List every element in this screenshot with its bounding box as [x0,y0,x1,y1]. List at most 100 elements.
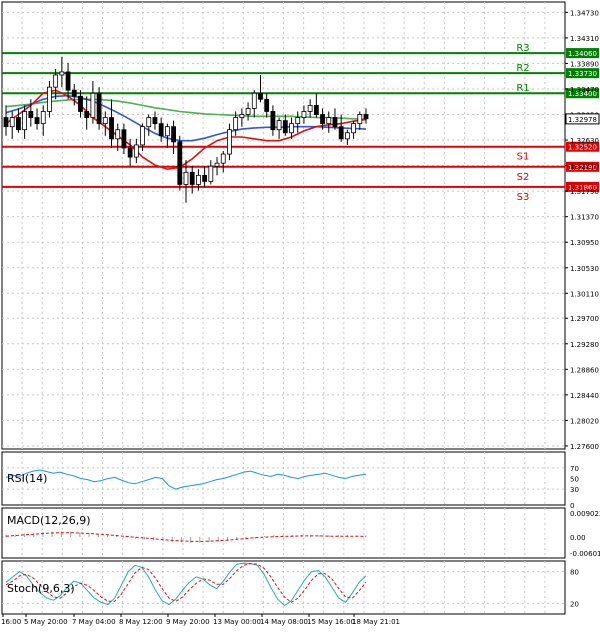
x-tick-label: 16:00 [1,618,21,626]
level-price-label: 1.33730 [568,70,597,78]
candle-bull [351,123,356,134]
y-tick-label: 1.28440 [570,392,599,400]
rsi-tick-label: 30 [570,486,579,494]
candle-bull [53,74,59,88]
candle-bull [276,120,282,131]
y-tick-label: 1.31790 [570,188,599,196]
candle-bull [245,108,251,115]
chart-svg: R3 1.34060R2 1.33730R1 1.33400S11.32520S21.… [1,1,600,626]
candle-bear [338,126,344,140]
candle-bear [282,120,288,134]
candle-bull [40,111,46,125]
candle-bear [258,92,263,100]
level-name-r1: R1 [516,83,529,94]
candle-bull [208,165,214,182]
candle-bull [133,144,139,158]
candle-bear [177,141,183,185]
candle-bear [313,104,319,115]
y-tick-label: 1.31370 [570,214,599,222]
y-tick-label: 1.29700 [570,315,599,323]
candle-bear [363,114,369,120]
x-tick-label: 7 May 04:00 [72,618,116,626]
candle-bull [47,86,52,112]
candle-bull [115,129,121,140]
candle-bear [202,174,208,182]
candle-bull [140,126,145,146]
y-tick-label: 1.28860 [570,366,599,374]
x-tick-label: 14 May 08:00 [260,618,308,626]
candle-bear [320,114,325,125]
candle-bear [171,126,176,143]
candle-bear [71,89,77,97]
current-price-label: 1.32978 [568,116,597,124]
candle-bear [34,117,40,125]
candle-bull [233,117,239,131]
level-name-r3: R3 [516,43,529,54]
y-tick-label: 1.34730 [570,9,599,17]
level-name-s1: S1 [517,152,530,163]
x-tick-label: 18 May 21:01 [352,618,400,626]
stoch-tick-label: 80 [570,569,579,577]
candle-bull [22,111,28,131]
candle-bear [270,111,276,131]
y-tick-label: 1.33470 [570,86,599,94]
candle-bear [84,111,90,118]
y-tick-label: 1.28020 [570,417,599,425]
chart-window: R3 1.34060 R2 1.33730 R1 1.33400 S1 1.32520 S2 1.… [0,0,600,631]
candle-bull [183,171,189,185]
candle-bear [28,111,34,118]
candle-bull [251,92,257,109]
main-plot-frame [1,1,566,450]
candle-bear [332,117,338,128]
candle-bear [121,129,127,149]
y-tick-label: 1.34310 [570,35,599,43]
candle-bull [295,117,301,125]
candle-bull [301,111,307,118]
candle-bull [307,104,313,112]
x-tick-label: 5 May 20:00 [24,618,68,626]
candle-bull [59,71,65,76]
candle-bear [3,117,9,128]
candle-bull [164,126,170,137]
macd-tick-label: 0.009022 [570,510,600,518]
stoch-tick-label: 20 [570,600,579,608]
rsi-label: RSI(14) [7,472,47,485]
rsi-tick-label: 50 [570,476,579,484]
candle-bear [264,98,270,112]
candle-bear [109,117,114,140]
candle-bear [78,95,83,112]
rsi-tick-label: 0 [570,502,574,510]
rsi-tick-label: 70 [570,465,579,473]
candle-bull [90,92,96,118]
candle-bull [239,114,245,118]
level-name-r2: R2 [516,63,529,74]
candle-bull [196,174,201,185]
candle-bull [220,153,226,164]
candle-bear [96,92,102,125]
y-tick-label: 1.32210 [570,163,599,171]
candle-bull [227,129,232,155]
x-tick-label: 8 May 12:00 [119,618,163,626]
candle-bull [102,117,108,125]
candle-bull [289,123,294,134]
y-tick-label: 1.29280 [570,341,599,349]
y-tick-label: 1.30950 [570,239,599,247]
candle-bear [127,147,133,158]
y-tick-label: 1.32630 [570,137,599,145]
y-tick-label: 1.30110 [570,290,599,298]
y-tick-label: 1.33890 [570,60,599,68]
x-tick-label: 13 May 00:00 [213,618,261,626]
candle-bull [214,162,220,167]
macd-tick-label: 0.00 [570,534,586,542]
level-name-s3: S3 [517,192,530,203]
candle-bull [357,114,363,125]
y-tick-label: 1.30530 [570,265,599,273]
y-tick-label: 1.27600 [570,443,599,451]
macd-tick-label: -0.006013 [570,550,600,558]
level-name-s2: S2 [517,172,530,183]
stoch-label: Stoch(9,6,3) [7,582,75,595]
candle-bull [344,132,350,140]
candle-bull [326,117,332,125]
candle-bear [189,171,195,185]
level-price-label: 1.34060 [568,50,597,58]
